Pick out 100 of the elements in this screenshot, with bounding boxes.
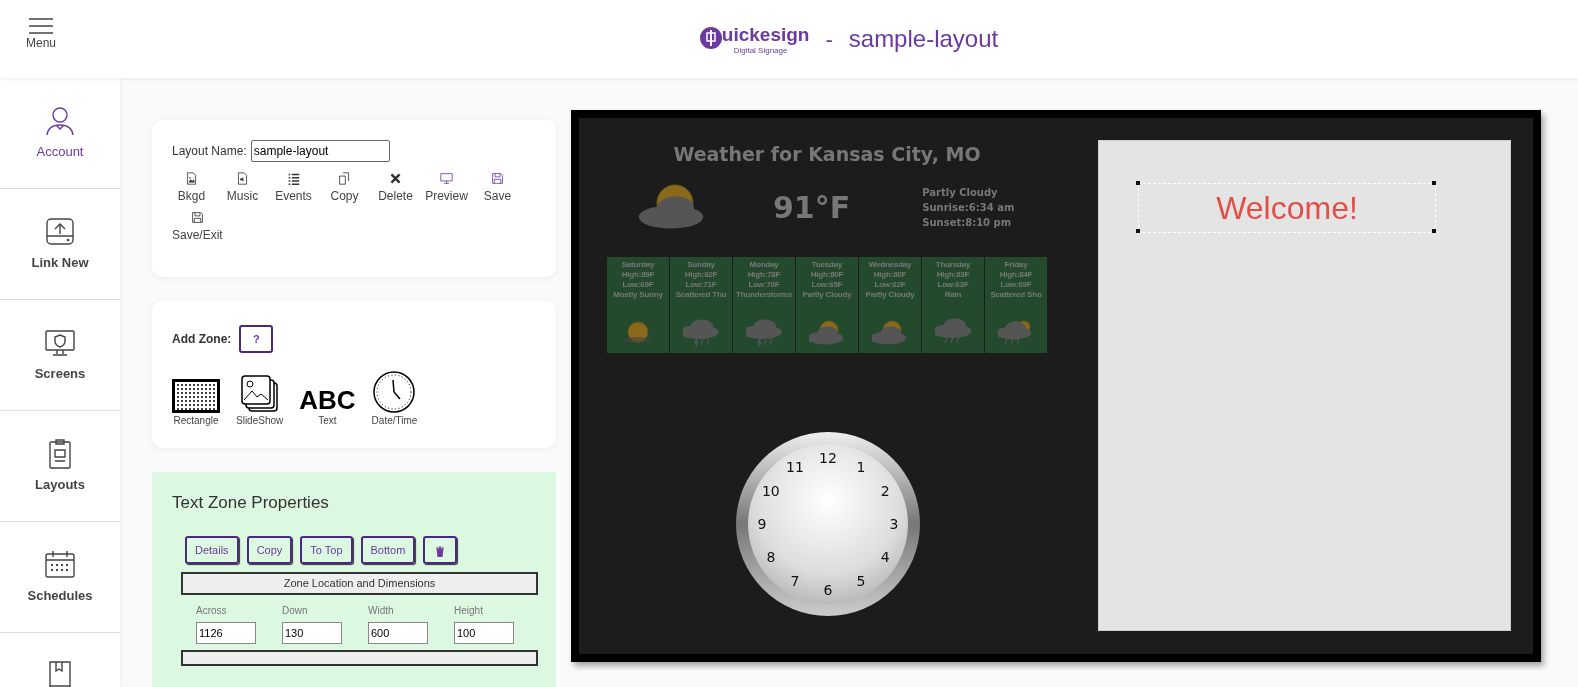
toolbar-button[interactable]: Events [268, 172, 319, 205]
forecast-text: Low:62F [874, 279, 906, 290]
sidebar-item[interactable]: Schedules [0, 522, 120, 633]
upload-drive-icon [44, 215, 76, 248]
forecast-text: High:80F [810, 269, 844, 280]
person-icon [44, 104, 76, 137]
toolbar-button[interactable]: Save/Exit [172, 211, 223, 244]
forecast-text: High:78F [747, 269, 781, 280]
layout-title: sample-layout [848, 24, 999, 54]
help-button[interactable]: ? [239, 325, 274, 354]
field-label: Down [282, 603, 309, 618]
toolbar-button[interactable]: Save [472, 172, 523, 205]
forecast-text: Low:63F [937, 279, 969, 290]
dimension-field[interactable]: 100 [454, 621, 514, 644]
forecast-text: High:80F [873, 269, 907, 280]
storm-cloud-icon [746, 317, 782, 348]
clock-number: 3 [889, 516, 899, 532]
forecast-text: Low:69F [622, 279, 654, 290]
abc-sample: ABC [299, 387, 356, 414]
forecast-text: Wednesday [868, 259, 912, 270]
toolbar-button[interactable]: Delete [370, 172, 421, 205]
sidebar-item[interactable]: Screens [0, 300, 120, 411]
forecast-text: Low:70F [748, 279, 780, 290]
weather-title: Weather for Kansas City, MO [672, 142, 982, 167]
toolbar-button[interactable]: Preview [421, 172, 472, 205]
forecast-text: Partly Cloudy [865, 289, 915, 300]
forecast-text: Partly Cloudy [802, 289, 852, 300]
dimension-field[interactable]: 1126 [196, 621, 256, 644]
forecast-text: Scattered Sho [990, 289, 1042, 300]
forecast-text: Low:71F [685, 279, 717, 290]
condition-line: Sunset:8:10 pm [922, 216, 1013, 230]
toolbar-button[interactable]: Music [217, 172, 268, 205]
field-label: Across [196, 603, 228, 618]
menu-icon [29, 18, 53, 34]
clock-number: 1 [856, 458, 866, 475]
forecast-text: Monday [749, 259, 779, 270]
menu-button[interactable]: Menu [26, 18, 57, 52]
resize-handle[interactable] [1136, 229, 1140, 233]
zone-action-button[interactable]: Details [185, 535, 239, 565]
field-label: Height [454, 603, 484, 618]
section-header: Zone Location and Dimensions [181, 572, 538, 595]
forecast-text: Low:65F [811, 279, 843, 290]
zone-action-button[interactable]: Copy [246, 535, 293, 565]
dimension-field[interactable]: 130 [282, 621, 342, 644]
zone-type-button[interactable]: Rectangle [172, 379, 220, 429]
toolbar-button[interactable]: Bkgd [166, 172, 217, 205]
clock-number: 2 [880, 483, 890, 499]
add-zone-label: Add Zone: [172, 331, 232, 349]
zone-type-button[interactable]: ABC Text [299, 387, 356, 429]
forecast-text: Friday [1004, 259, 1028, 270]
toolbar-button[interactable]: Copy [319, 172, 370, 205]
clock-number: 4 [880, 549, 890, 565]
delete-button[interactable] [423, 535, 458, 565]
clock-number: 10 [761, 483, 780, 499]
layout-name-label: Layout Name: [172, 143, 247, 160]
sidebar-item[interactable]: Layouts [0, 411, 120, 522]
zone-type-button[interactable]: Date/Time [371, 371, 418, 429]
monitor-icon [440, 172, 453, 185]
logo-tagline: Digital Signage [733, 45, 788, 58]
forecast-text: Rain [944, 289, 962, 300]
list-icon [287, 172, 300, 185]
clock-icon [373, 371, 416, 414]
stacked-images-icon [240, 375, 279, 414]
clock-number: 5 [856, 573, 866, 590]
logo-wordmark: uickesign [721, 22, 810, 47]
storm-cloud-icon [683, 317, 719, 348]
zone-type-button[interactable]: SlideShow [236, 375, 284, 429]
clock-number: 7 [790, 573, 800, 590]
temperature: 91°F [773, 189, 851, 227]
zone-action-button[interactable]: To Top [300, 535, 353, 565]
forecast-text: Scattered Thu [675, 289, 727, 300]
audio-file-icon [236, 172, 249, 185]
forecast-text: Saturday [621, 259, 655, 270]
logo-icon [699, 27, 722, 50]
sidebar-item[interactable]: Account [0, 78, 120, 189]
forecast-text: Thursday [935, 259, 971, 270]
forecast-text: Low:69F [1000, 279, 1032, 290]
forecast-text: Tuesday [811, 259, 843, 270]
dotted-rectangle-icon [172, 379, 220, 414]
zone-action-button[interactable]: Bottom [360, 535, 416, 565]
dimension-field[interactable]: 600 [368, 621, 428, 644]
condition-line: Sunrise:6:34 am [922, 201, 1015, 215]
clock-number: 11 [786, 458, 804, 475]
field-label: Width [368, 603, 395, 618]
trash-icon [435, 545, 446, 557]
forecast-text: High:84F [999, 269, 1033, 280]
forecast-text: High:89F [621, 269, 655, 280]
close-icon [389, 172, 402, 185]
layout-name-field[interactable]: sample-layout [250, 140, 390, 162]
panel-title: Text Zone Properties [172, 492, 330, 515]
resize-handle[interactable] [1432, 181, 1436, 185]
calendar-icon [44, 548, 76, 581]
forecast-text: Sunday [687, 259, 715, 270]
clock-number: 6 [823, 582, 833, 598]
forecast-text: Thunderstorms [735, 289, 793, 300]
sidebar-item[interactable]: Link New [0, 189, 120, 300]
resize-handle[interactable] [1432, 229, 1436, 233]
condition-line: Partly Cloudy [922, 186, 999, 200]
clock-number: 8 [766, 549, 776, 565]
resize-handle[interactable] [1136, 181, 1140, 185]
